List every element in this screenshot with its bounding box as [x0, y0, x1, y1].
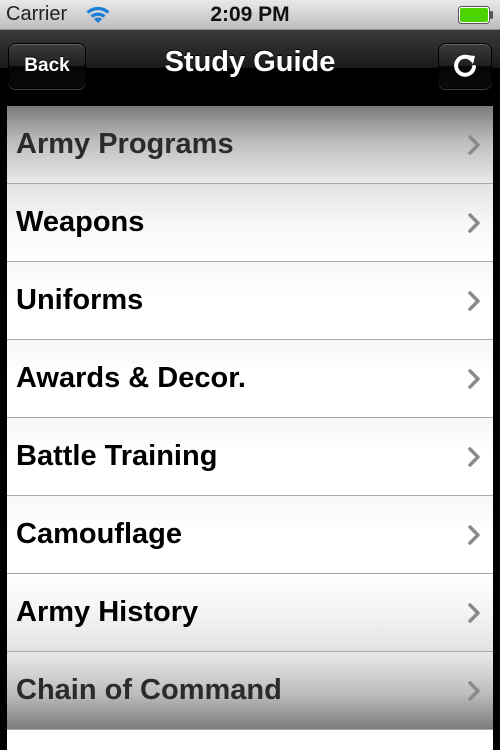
list-item-battle-training[interactable]: Battle Training [7, 418, 493, 496]
chevron-right-icon [468, 369, 480, 389]
list-item-label: Army History [16, 596, 199, 628]
list-item-army-programs[interactable]: Army Programs [7, 106, 493, 184]
list-item-label: Chain of Command [16, 674, 282, 706]
chevron-right-icon [468, 291, 480, 311]
page-title: Study Guide [164, 46, 336, 78]
refresh-icon [454, 54, 476, 77]
list-item-label: Awards & Decor. [16, 362, 246, 394]
list-item-awards-decor[interactable]: Awards & Decor. [7, 340, 493, 418]
chevron-right-icon [468, 681, 480, 701]
chevron-right-icon [468, 447, 480, 467]
status-time: 2:09 PM [210, 3, 290, 26]
list-item-uniforms[interactable]: Uniforms [7, 262, 493, 340]
chevron-right-icon [468, 603, 480, 623]
list-item-label: Weapons [16, 206, 145, 238]
battery-icon [458, 6, 493, 24]
list-item-army-history[interactable]: Army History [7, 574, 493, 652]
chevron-right-icon [468, 525, 480, 545]
list-item-camouflage[interactable]: Camouflage [7, 496, 493, 574]
chevron-right-icon [468, 213, 480, 233]
list-item-chain-of-command[interactable]: Chain of Command [7, 652, 493, 730]
list-item-label: Camouflage [16, 518, 182, 550]
list-item-label: Battle Training [16, 440, 218, 472]
list-item-label: Uniforms [16, 284, 144, 316]
list-item-weapons[interactable]: Weapons [7, 184, 493, 262]
study-guide-list: Army Programs Weapons Uniforms Awards & … [7, 106, 493, 750]
refresh-button[interactable] [438, 43, 492, 89]
navigation-bar: Back Study Guide [0, 30, 500, 106]
list-item-label: Army Programs [16, 128, 234, 160]
chevron-right-icon [468, 135, 480, 155]
status-bar: Carrier 2:09 PM [0, 0, 500, 30]
